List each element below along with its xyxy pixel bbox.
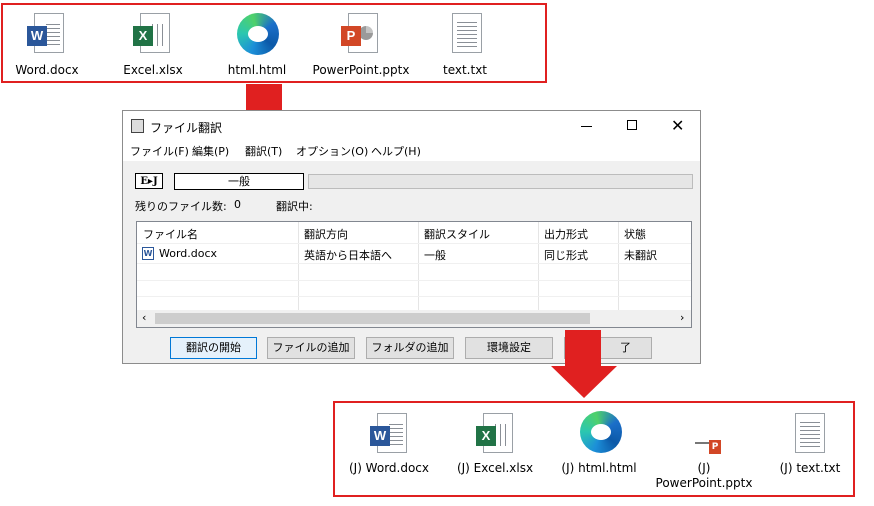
file-word[interactable]: W Word.docx bbox=[0, 10, 97, 77]
column-header-filename[interactable]: ファイル名 bbox=[143, 226, 198, 242]
remaining-files-label: 残りのファイル数: bbox=[135, 200, 227, 213]
powerpoint-icon: P bbox=[341, 13, 378, 53]
file-text[interactable]: text.txt bbox=[415, 10, 515, 77]
down-arrow-icon bbox=[551, 330, 617, 398]
menu-file[interactable]: ファイル(F) bbox=[130, 143, 189, 159]
file-label: text.txt bbox=[442, 63, 487, 77]
edge-icon bbox=[237, 13, 279, 55]
file-powerpoint[interactable]: P PowerPoint.pptx bbox=[311, 10, 411, 77]
menu-options[interactable]: オプション(O) bbox=[296, 143, 368, 159]
file-label: (J) Excel.xlsx bbox=[456, 461, 534, 475]
scrollbar-thumb[interactable] bbox=[155, 313, 590, 324]
excel-icon: X bbox=[133, 13, 170, 53]
file-label-line1: (J) bbox=[697, 461, 711, 475]
file-label: (J) text.txt bbox=[779, 461, 841, 475]
minimize-icon[interactable] bbox=[581, 126, 592, 127]
file-excel[interactable]: X Excel.xlsx bbox=[103, 10, 203, 77]
word-icon: W bbox=[142, 247, 154, 260]
column-header-style[interactable]: 翻訳スタイル bbox=[424, 226, 490, 242]
translated-file-excel[interactable]: X (J) Excel.xlsx bbox=[445, 410, 545, 475]
file-label: (J) html.html bbox=[561, 461, 637, 475]
cell-style: 一般 bbox=[424, 249, 446, 262]
translated-file-powerpoint[interactable]: P (J) PowerPoint.pptx bbox=[654, 410, 754, 490]
column-header-format[interactable]: 出力形式 bbox=[544, 226, 588, 242]
cell-filename: Word.docx bbox=[159, 247, 218, 260]
translating-label: 翻訳中: bbox=[276, 200, 313, 213]
word-icon: W bbox=[27, 13, 64, 53]
text-file-icon bbox=[452, 13, 482, 53]
scroll-right-icon[interactable]: › bbox=[680, 311, 684, 324]
translated-file-word[interactable]: W (J) Word.docx bbox=[339, 410, 439, 475]
menu-edit[interactable]: 編集(P) bbox=[192, 143, 229, 159]
column-header-direction[interactable]: 翻訳方向 bbox=[304, 226, 348, 242]
menu-bar: ファイル(F) 編集(P) 翻訳(T) オプション(O) ヘルプ(H) bbox=[123, 141, 700, 161]
file-label: (J) Word.docx bbox=[348, 461, 430, 475]
cell-status: 未翻訳 bbox=[624, 249, 657, 262]
scroll-left-icon[interactable]: ‹ bbox=[142, 311, 146, 324]
remaining-files-count: 0 bbox=[234, 198, 241, 211]
column-header-status[interactable]: 状態 bbox=[624, 226, 646, 242]
file-label: Excel.xlsx bbox=[123, 63, 183, 77]
text-file-icon bbox=[795, 413, 825, 453]
powerpoint-thumbnail-icon: P bbox=[695, 440, 723, 454]
cell-direction: 英語から日本語へ bbox=[304, 249, 392, 262]
edge-icon bbox=[580, 411, 622, 453]
word-icon: W bbox=[370, 413, 407, 453]
file-translation-window: ファイル翻訳 ✕ ファイル(F) 編集(P) 翻訳(T) オプション(O) ヘル… bbox=[122, 110, 701, 364]
excel-icon: X bbox=[476, 413, 513, 453]
file-label-line2: PowerPoint.pptx bbox=[655, 476, 753, 490]
file-list[interactable]: ファイル名 翻訳方向 翻訳スタイル 出力形式 状態 W Word.docx 英語… bbox=[136, 221, 692, 328]
file-html[interactable]: html.html bbox=[207, 10, 307, 77]
translation-style-field[interactable]: 一般 bbox=[174, 173, 304, 190]
file-label: Word.docx bbox=[15, 63, 79, 77]
horizontal-scrollbar[interactable]: ‹ › bbox=[137, 310, 691, 327]
cell-format: 同じ形式 bbox=[544, 249, 588, 262]
file-label: PowerPoint.pptx bbox=[312, 63, 410, 77]
progress-bar bbox=[308, 174, 693, 189]
translated-file-text[interactable]: (J) text.txt bbox=[760, 410, 860, 475]
file-label: html.html bbox=[227, 63, 287, 77]
close-icon[interactable]: ✕ bbox=[671, 116, 684, 135]
menu-translate[interactable]: 翻訳(T) bbox=[245, 143, 282, 159]
window-title: ファイル翻訳 bbox=[150, 121, 223, 135]
settings-button[interactable]: 環境設定 bbox=[465, 337, 553, 359]
maximize-icon[interactable] bbox=[627, 120, 637, 130]
menu-help[interactable]: ヘルプ(H) bbox=[371, 143, 421, 159]
close-button-label: 了 bbox=[620, 341, 631, 354]
translated-file-html[interactable]: (J) html.html bbox=[549, 410, 649, 475]
app-icon bbox=[131, 119, 144, 133]
title-bar: ファイル翻訳 ✕ bbox=[123, 111, 700, 141]
add-file-button[interactable]: ファイルの追加 bbox=[267, 337, 355, 359]
add-folder-button[interactable]: フォルダの追加 bbox=[366, 337, 454, 359]
ej-direction-button[interactable]: E▸J bbox=[135, 173, 163, 189]
start-translation-button[interactable]: 翻訳の開始 bbox=[170, 337, 257, 359]
